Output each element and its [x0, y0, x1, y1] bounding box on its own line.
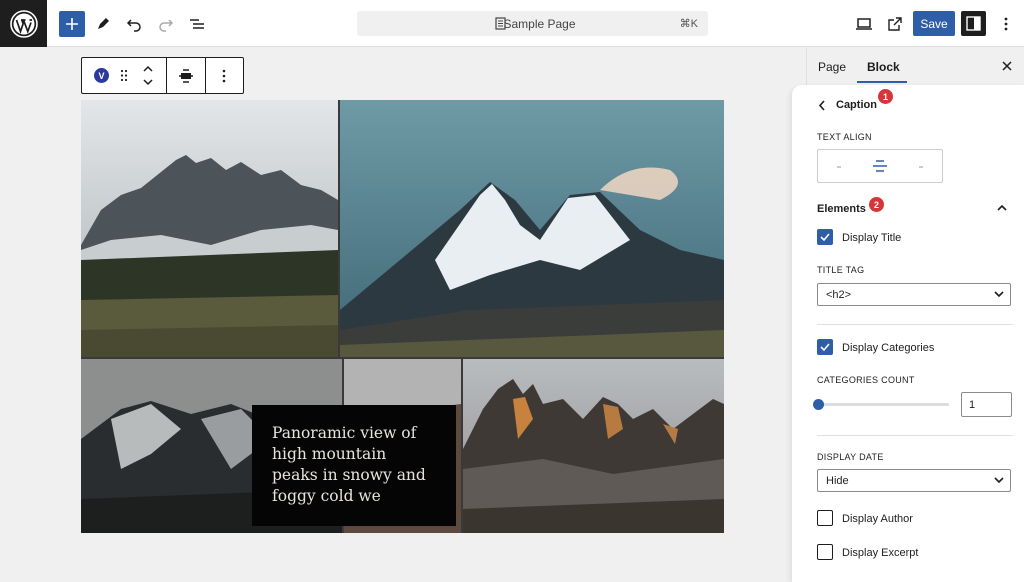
display-title-label: Display Title	[842, 232, 902, 244]
chevron-down-icon	[994, 477, 1004, 484]
title-tag-label: TITLE TAG	[817, 265, 865, 275]
section-divider	[817, 435, 1013, 436]
display-categories-checkbox[interactable]	[817, 339, 833, 355]
gallery-image-torres-peaks[interactable]	[463, 359, 724, 533]
gallery-image-foggy-mountains[interactable]	[81, 100, 338, 357]
block-toolbar: V	[81, 57, 244, 94]
title-tag-select[interactable]: <h2>	[817, 283, 1011, 306]
display-excerpt-label: Display Excerpt	[842, 547, 919, 559]
external-link-icon	[888, 17, 902, 31]
display-author-checkbox[interactable]	[817, 510, 833, 526]
display-date-label: DISPLAY DATE	[817, 452, 884, 462]
chevron-up-icon[interactable]	[997, 204, 1007, 211]
undo-icon	[126, 19, 141, 32]
desktop-preview-icon	[856, 18, 872, 30]
caption-settings-panel: Caption 1 TEXT ALIGN Elements 2 Display …	[792, 85, 1024, 582]
document-icon	[495, 17, 506, 30]
elements-heading[interactable]: Elements	[817, 203, 866, 215]
panel-title: Caption	[836, 99, 877, 111]
redo-icon	[159, 19, 174, 32]
add-block-button[interactable]	[59, 11, 85, 37]
align-center-icon[interactable]	[873, 159, 887, 173]
categories-count-slider-handle[interactable]	[813, 399, 824, 410]
display-author-label: Display Author	[842, 513, 913, 525]
move-down-icon[interactable]	[142, 78, 154, 86]
document-title: Sample Page	[503, 16, 576, 31]
back-arrow-icon[interactable]	[818, 100, 826, 111]
check-icon	[820, 233, 830, 242]
align-center-icon[interactable]	[179, 69, 193, 83]
toolbar-divider	[205, 58, 206, 93]
text-align-control	[817, 149, 943, 183]
more-vertical-icon[interactable]	[222, 69, 226, 83]
wordpress-logo[interactable]	[0, 0, 47, 47]
list-view-icon	[190, 19, 204, 29]
sidebar-tabs: Page Block	[807, 48, 1024, 85]
toolbar-divider	[166, 58, 167, 93]
gallery-image-snowy-peak[interactable]	[340, 100, 724, 357]
step-badge-1: 1	[878, 89, 893, 104]
drag-handle-icon[interactable]	[120, 69, 128, 82]
display-date-value: Hide	[826, 475, 849, 487]
block-type-badge[interactable]: V	[94, 68, 109, 83]
active-tab-indicator	[857, 81, 907, 83]
display-date-select[interactable]: Hide	[817, 469, 1011, 492]
section-divider	[817, 324, 1013, 325]
undo-button[interactable]	[121, 11, 147, 37]
save-button[interactable]: Save	[913, 11, 955, 36]
display-categories-label: Display Categories	[842, 342, 935, 354]
close-icon[interactable]	[1000, 59, 1014, 73]
settings-panel-icon	[966, 16, 981, 31]
tools-button[interactable]	[90, 11, 116, 37]
settings-toggle-button[interactable]	[961, 11, 986, 36]
title-tag-value: <h2>	[826, 289, 852, 301]
preview-button[interactable]	[851, 11, 877, 37]
text-align-label: TEXT ALIGN	[817, 132, 872, 142]
gallery-caption[interactable]: Panoramic view of high mountain peaks in…	[252, 405, 456, 526]
align-left-icon[interactable]	[836, 164, 842, 170]
redo-button[interactable]	[153, 11, 179, 37]
display-excerpt-checkbox[interactable]	[817, 544, 833, 560]
display-title-checkbox[interactable]	[817, 229, 833, 245]
options-button[interactable]	[993, 11, 1019, 37]
view-page-button[interactable]	[882, 11, 908, 37]
editor-top-bar: Sample Page ⌘K Save	[0, 0, 1024, 47]
move-up-icon[interactable]	[142, 65, 154, 73]
categories-count-input[interactable]: 1	[961, 392, 1012, 417]
step-badge-2: 2	[869, 197, 884, 212]
check-icon	[820, 343, 830, 352]
tab-block[interactable]: Block	[867, 60, 900, 74]
chevron-down-icon	[994, 291, 1004, 298]
list-view-button[interactable]	[184, 11, 210, 37]
categories-count-label: CATEGORIES COUNT	[817, 375, 915, 385]
plus-icon	[66, 18, 78, 30]
caption-text: Panoramic view of high mountain peaks in…	[272, 424, 426, 505]
command-shortcut: ⌘K	[679, 18, 698, 30]
more-vertical-icon	[1004, 17, 1008, 31]
align-right-icon[interactable]	[918, 164, 924, 170]
tab-page[interactable]: Page	[818, 60, 846, 74]
pen-icon	[98, 18, 109, 29]
document-bar[interactable]: Sample Page ⌘K	[357, 11, 708, 36]
categories-count-slider-track[interactable]	[817, 403, 949, 406]
